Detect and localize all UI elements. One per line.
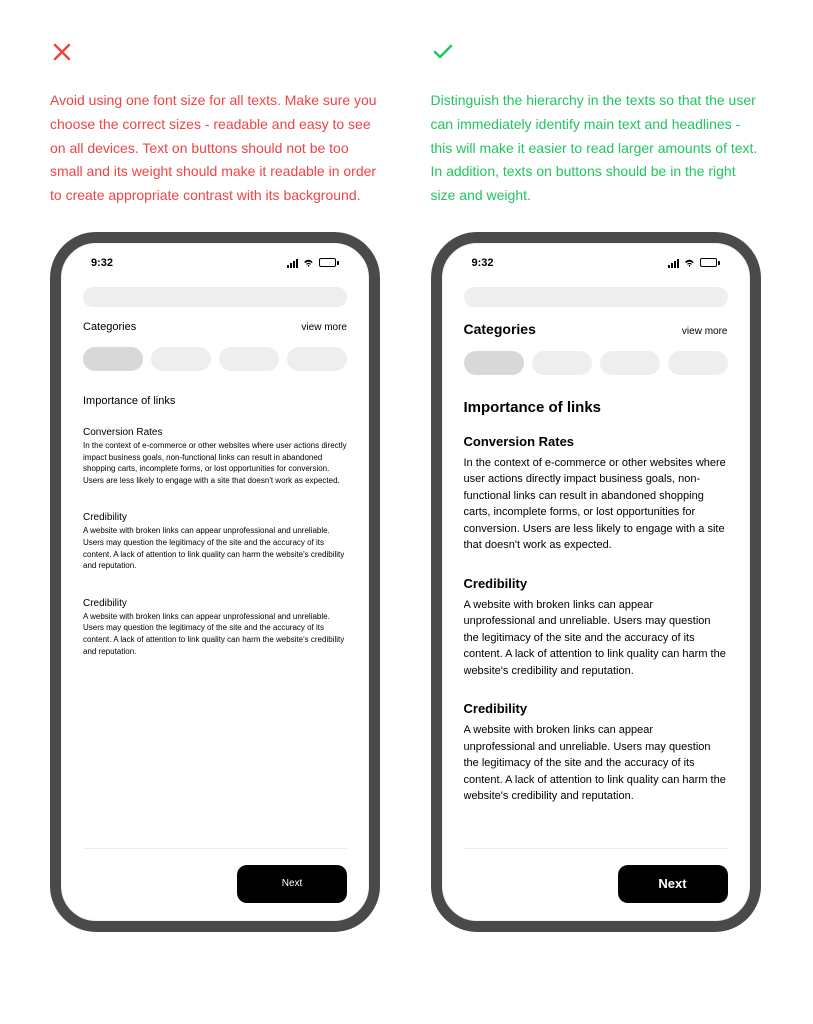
categories-label: Categories (464, 321, 536, 337)
block-heading: Credibility (464, 576, 728, 591)
block-body: A website with broken links can appear u… (83, 611, 347, 657)
block-heading: Conversion Rates (83, 427, 347, 438)
chip[interactable] (151, 347, 211, 371)
chip[interactable] (219, 347, 279, 371)
chip[interactable] (83, 347, 143, 371)
block-heading: Credibility (83, 512, 347, 523)
check-icon (431, 40, 764, 69)
footer: Next (464, 848, 728, 921)
wifi-icon (683, 258, 696, 268)
status-icons (287, 258, 339, 268)
chip[interactable] (600, 351, 660, 375)
wifi-icon (302, 258, 315, 268)
status-bar: 9:32 (83, 257, 347, 269)
phone-screen: 9:32 Categories view more (61, 243, 369, 921)
content-block: Credibility A website with broken links … (464, 701, 728, 805)
section-title: Importance of links (83, 395, 347, 407)
signal-icon (287, 258, 298, 268)
next-button[interactable]: Next (618, 865, 728, 903)
block-body: A website with broken links can appear u… (83, 525, 347, 571)
search-bar-placeholder[interactable] (464, 287, 728, 307)
next-button[interactable]: Next (237, 865, 347, 903)
good-example-column: Distinguish the hierarchy in the texts s… (431, 40, 764, 932)
category-chips (83, 347, 347, 371)
block-heading: Conversion Rates (464, 434, 728, 449)
signal-icon (668, 258, 679, 268)
view-more-link[interactable]: view more (682, 326, 728, 337)
status-icons (668, 258, 720, 268)
chip[interactable] (287, 347, 347, 371)
status-bar: 9:32 (464, 257, 728, 269)
bad-example-column: Avoid using one font size for all texts.… (50, 40, 383, 932)
chip[interactable] (532, 351, 592, 375)
content-block: Credibility A website with broken links … (83, 512, 347, 571)
battery-icon (700, 258, 720, 267)
category-chips (464, 351, 728, 375)
phone-screen: 9:32 Categories view more (442, 243, 750, 921)
categories-header: Categories view more (464, 321, 728, 337)
status-time: 9:32 (91, 257, 113, 269)
section-title: Importance of links (464, 399, 728, 416)
status-time: 9:32 (472, 257, 494, 269)
search-bar-placeholder[interactable] (83, 287, 347, 307)
block-body: A website with broken links can appear u… (464, 597, 728, 680)
comparison-container: Avoid using one font size for all texts.… (50, 40, 763, 932)
phone-frame-bad: 9:32 Categories view more (50, 232, 380, 932)
block-body: In the context of e-commerce or other we… (83, 440, 347, 486)
footer: Next (83, 848, 347, 921)
chip[interactable] (668, 351, 728, 375)
block-body: In the context of e-commerce or other we… (464, 455, 728, 554)
categories-header: Categories view more (83, 321, 347, 333)
chip[interactable] (464, 351, 524, 375)
content-block: Credibility A website with broken links … (83, 598, 347, 657)
battery-icon (319, 258, 339, 267)
content-block: Credibility A website with broken links … (464, 576, 728, 680)
block-body: A website with broken links can appear u… (464, 722, 728, 805)
bad-description: Avoid using one font size for all texts.… (50, 89, 383, 208)
cross-icon (50, 40, 383, 69)
good-description: Distinguish the hierarchy in the texts s… (431, 89, 764, 208)
content-block: Conversion Rates In the context of e-com… (464, 434, 728, 554)
block-heading: Credibility (464, 701, 728, 716)
content-block: Conversion Rates In the context of e-com… (83, 427, 347, 486)
phone-frame-good: 9:32 Categories view more (431, 232, 761, 932)
view-more-link[interactable]: view more (301, 322, 347, 333)
categories-label: Categories (83, 321, 136, 333)
block-heading: Credibility (83, 598, 347, 609)
